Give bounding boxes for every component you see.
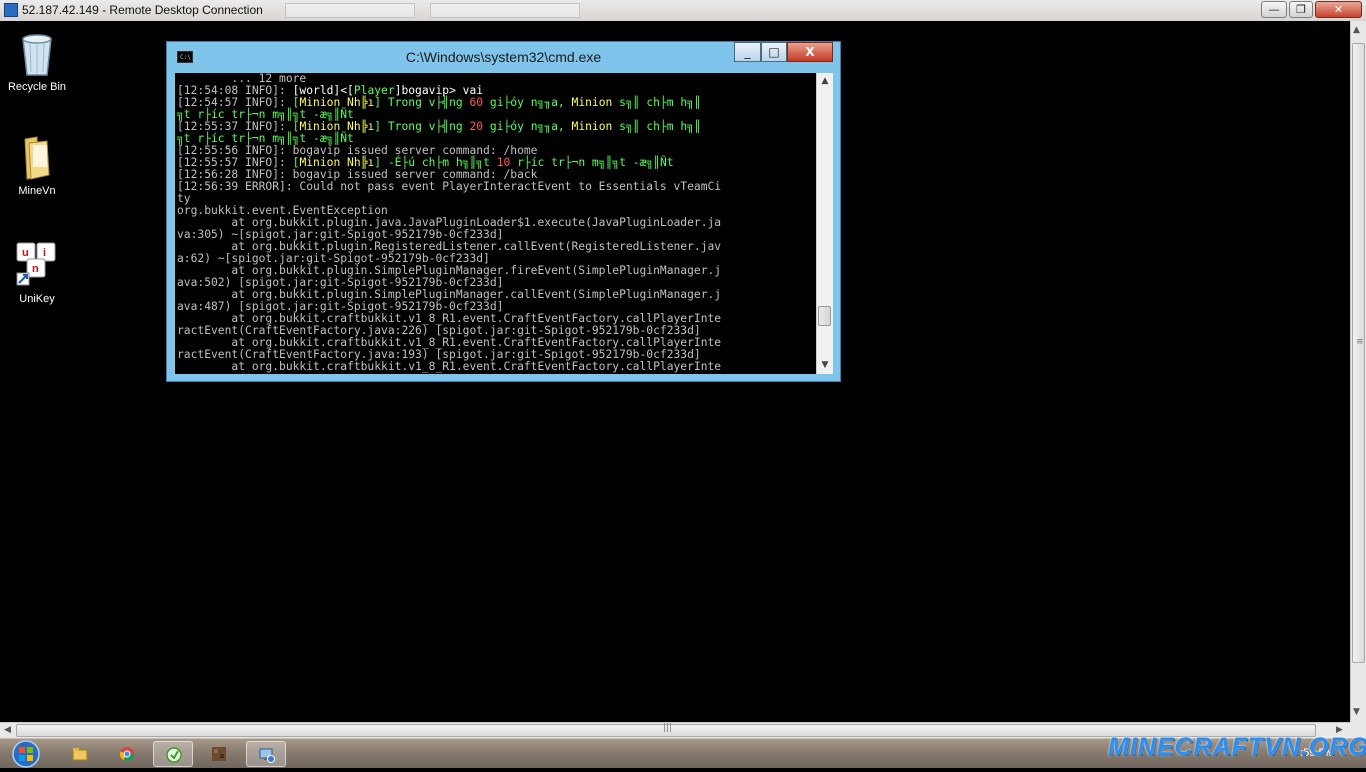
console-text-segment: 20 (469, 120, 484, 133)
grip-icon: ||| (663, 723, 673, 733)
console-text-segment: at org.bukkit.craftbukkit.v1_8_R1.event.… (177, 360, 722, 373)
background-tab-ghost (430, 3, 580, 18)
minecraft-launcher-icon (166, 747, 182, 763)
console-output[interactable]: ... 12 more [12:54:08 INFO]: [world]<[Pla… (175, 73, 816, 374)
windows-logo-icon (12, 740, 40, 768)
unikey-icon: u i n (15, 241, 59, 289)
desktop-icon-label: MineVn (18, 185, 56, 197)
taskbar-item-remote-desktop[interactable] (246, 741, 286, 767)
desktop-icon-unikey[interactable]: u i n UniKey (1, 241, 73, 305)
cmd-maximize-button[interactable]: □ (761, 42, 787, 62)
console-line: at org.bukkit.craftbukkit.v1_8_R1.event.… (175, 361, 816, 373)
rdp-close-button[interactable]: ✕ (1315, 1, 1362, 18)
rdp-vertical-scrollbar-thumb[interactable] (1352, 43, 1365, 663)
svg-text:i: i (43, 247, 46, 259)
desktop-icon-minevn[interactable]: MineVn (1, 133, 73, 197)
scroll-left-arrow-icon[interactable]: ◀ (4, 725, 11, 735)
cmd-vertical-scrollbar[interactable]: ▲ ▼ (816, 73, 833, 374)
console-text-segment: Minion (571, 96, 613, 109)
watermark: MINECRAFTVN.ORG (1108, 733, 1366, 761)
console-text-segment: ] Trong v├╣ng (374, 96, 470, 109)
scroll-up-arrow-icon[interactable]: ▲ (817, 73, 833, 89)
rdp-restore-button[interactable]: ❐ (1289, 1, 1313, 18)
recycle-bin-icon (15, 29, 59, 77)
background-tab-ghost (285, 3, 415, 18)
rdp-titlebar: 52.187.42.149 - Remote Desktop Connectio… (0, 0, 1366, 22)
chrome-icon (119, 747, 134, 761)
console-text-segment: Minion (571, 120, 613, 133)
taskbar-item-chrome[interactable] (107, 741, 147, 767)
grip-icon: ≡ (1356, 337, 1364, 347)
rdp-window-title: 52.187.42.149 - Remote Desktop Connectio… (22, 3, 263, 17)
remote-desktop-icon (4, 3, 18, 17)
remote-desktop-icon (259, 748, 275, 763)
start-button[interactable] (6, 740, 46, 768)
console-text-segment: [12:56:39 ERROR]: Could not pass event P… (177, 180, 722, 193)
cmd-window[interactable]: C:\ C:\Windows\system32\cmd.exe _ □ X ..… (166, 41, 841, 382)
taskbar-item-minecraft[interactable] (199, 741, 239, 767)
desktop-icon-label: UniKey (19, 293, 55, 305)
console-text-segment: s╗║ ch├m h╗║ (612, 96, 701, 109)
cmd-minimize-button[interactable]: _ (734, 42, 761, 62)
taskbar-item-explorer[interactable] (60, 741, 100, 767)
cmd-titlebar[interactable]: C:\ C:\Windows\system32\cmd.exe _ □ X (167, 42, 840, 72)
scroll-up-arrow-icon[interactable]: ▲ (1353, 25, 1360, 35)
cmd-close-button[interactable]: X (787, 42, 833, 62)
scroll-down-arrow-icon[interactable]: ▼ (1353, 707, 1360, 717)
taskbar-item-minecraft-launcher[interactable] (153, 741, 193, 767)
scroll-down-arrow-icon[interactable]: ▼ (817, 357, 833, 373)
rdp-minimize-button[interactable]: — (1261, 1, 1287, 18)
rdp-vertical-scrollbar[interactable]: ▲ ≡ ▼ (1350, 21, 1366, 722)
svg-text:u: u (22, 247, 29, 259)
folder-icon (15, 133, 59, 181)
minecraft-block-icon (212, 747, 226, 761)
windows-explorer-icon (72, 748, 88, 761)
console-line: [12:56:39 ERROR]: Could not pass event P… (175, 181, 816, 193)
desktop-icon-label: Recycle Bin (7, 81, 67, 93)
console-text-segment: s╗║ ch├m h╗║ (612, 120, 701, 133)
console-text-segment: ] Trong v├╣ng (374, 120, 470, 133)
desktop-icon-recycle-bin[interactable]: Recycle Bin (1, 29, 73, 93)
console-text-segment: gi├óy n╗╖a, (483, 96, 572, 109)
cmd-scrollbar-thumb[interactable] (818, 306, 831, 326)
svg-text:n: n (32, 263, 39, 275)
console-text-segment: gi├óy n╗╖a, (483, 120, 572, 133)
console-text-segment: 60 (469, 96, 484, 109)
